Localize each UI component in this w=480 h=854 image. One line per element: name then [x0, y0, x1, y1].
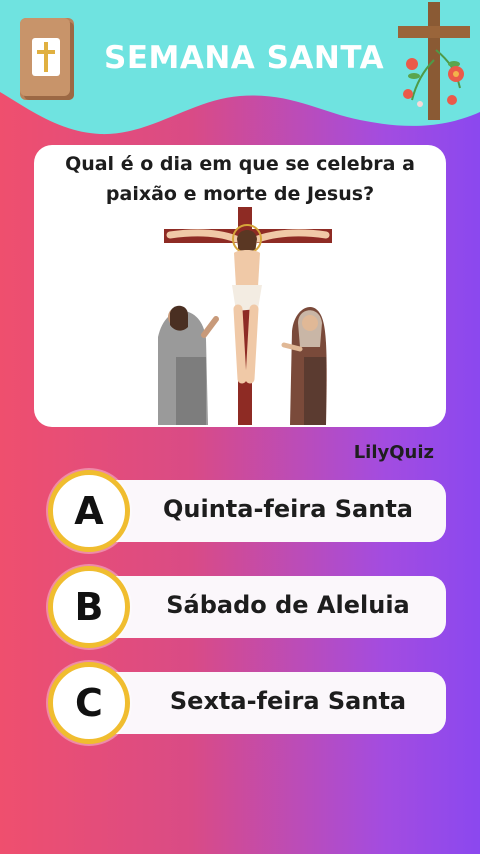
crucifixion-illustration — [158, 207, 332, 425]
bible-book-icon — [20, 18, 74, 100]
answer-letter-badge: C — [48, 662, 130, 744]
answer-label: Quinta-feira Santa — [163, 495, 413, 523]
question-text: Qual é o dia em que se celebra a paixão … — [34, 149, 446, 209]
answer-label: Sábado de Aleluia — [166, 591, 410, 619]
header-banner: SEMANA SANTA — [0, 0, 480, 140]
answer-letter-badge: A — [48, 470, 130, 552]
question-card: Qual é o dia em que se celebra a paixão … — [34, 145, 446, 427]
answer-option-b[interactable]: B Sábado de Aleluia — [48, 566, 446, 648]
answer-label: Sexta-feira Santa — [169, 687, 407, 715]
answer-letter-badge: B — [48, 566, 130, 648]
answer-option-c[interactable]: C Sexta-feira Santa — [48, 662, 446, 744]
brand-label: LilyQuiz — [353, 442, 434, 463]
question-line-1: Qual é o dia em que se celebra a — [65, 153, 415, 175]
wooden-cross-with-flowers-icon — [398, 2, 470, 120]
answer-option-a[interactable]: A Quinta-feira Santa — [48, 470, 446, 552]
question-line-2: paixão e morte de Jesus? — [105, 183, 375, 205]
page-title: SEMANA SANTA — [104, 40, 385, 76]
